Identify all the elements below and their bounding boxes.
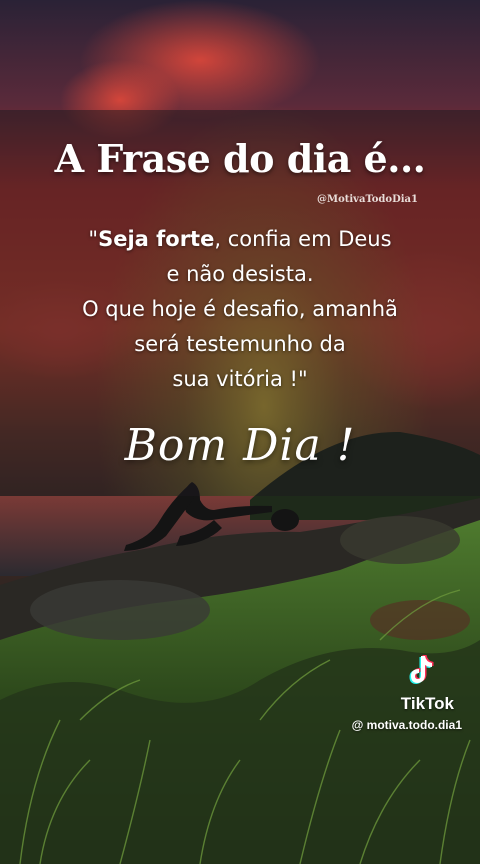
tiktok-brand-label: TikTok	[400, 694, 454, 713]
quote-line-1: "Seja forte, confia em Deus	[20, 222, 460, 257]
quote-line-5: sua vitória !"	[172, 367, 308, 391]
signoff-greeting: Bom Dia !	[124, 420, 356, 471]
quote-text: "Seja forte, confia em Deus e não desist…	[20, 222, 460, 397]
quote-open-mark: "	[88, 227, 99, 251]
tiktok-logo-icon	[409, 655, 434, 684]
quote-highlight: Seja forte	[98, 227, 215, 251]
post-title: A Frase do dia é...	[54, 136, 426, 181]
quote-line-4: será testemunho da	[134, 332, 346, 356]
quote-line-2: e não desista.	[166, 262, 314, 286]
author-handle: @MotivaTodoDia1	[317, 194, 418, 205]
tiktok-watermark: TikTok @ motiva.todo.dia1	[322, 652, 462, 732]
tiktok-username: @ motiva.todo.dia1	[351, 718, 462, 732]
quote-line-3: O que hoje é desafio, amanhã	[82, 297, 398, 321]
quote-line-1-rest: , confia em Deus	[214, 227, 392, 251]
